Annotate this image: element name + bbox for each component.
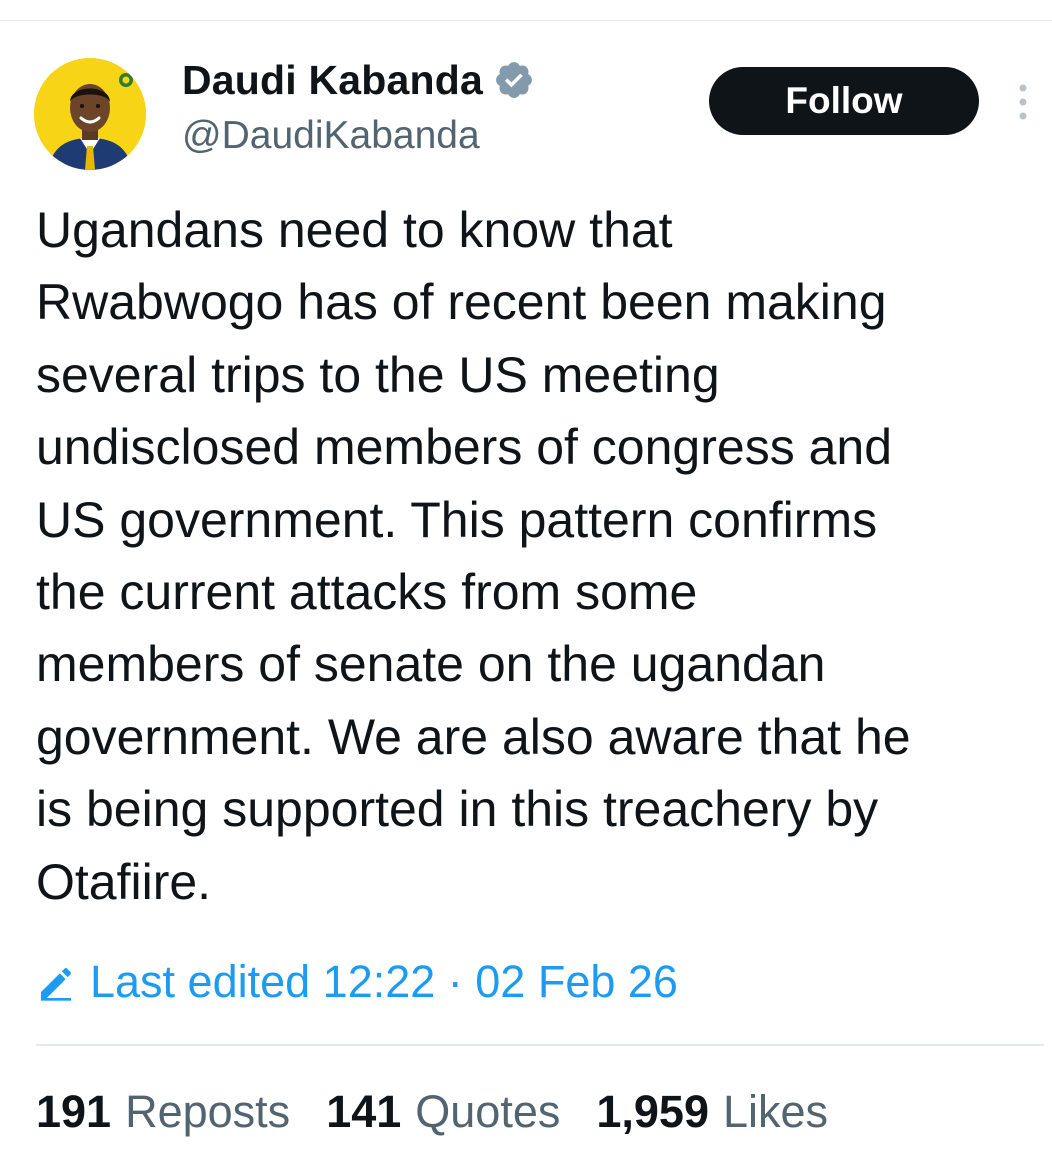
author-name-row: Daudi Kabanda bbox=[182, 54, 535, 106]
tweet-text-line: the current attacks from some bbox=[36, 564, 698, 621]
author-handle[interactable]: @DaudiKabanda bbox=[182, 114, 480, 158]
tweet-text-line: Otafiire. bbox=[36, 853, 212, 910]
likes-count: 1,959 bbox=[596, 1086, 709, 1137]
avatar[interactable] bbox=[34, 58, 146, 170]
follow-button[interactable]: Follow bbox=[709, 67, 979, 135]
reposts-count: 191 bbox=[36, 1086, 112, 1137]
top-divider bbox=[0, 20, 1052, 21]
edited-indicator[interactable]: Last edited 12:22 · 02 Feb 26 bbox=[36, 950, 678, 1014]
avatar-image bbox=[34, 58, 146, 170]
engagement-stats: 191 Reposts 141 Quotes 1,959 Likes bbox=[36, 1082, 864, 1142]
likes-label: Likes bbox=[723, 1086, 829, 1137]
tweet-text-line: US government. This pattern confirms bbox=[36, 491, 878, 548]
tweet-text-line: is being supported in this treachery by bbox=[36, 781, 879, 838]
edited-text[interactable]: Last edited 12:22 · 02 Feb 26 bbox=[90, 956, 678, 1008]
tweet-text-line: undisclosed members of congress and bbox=[36, 419, 893, 476]
quotes-label: Quotes bbox=[415, 1086, 561, 1137]
more-options-icon[interactable] bbox=[1012, 82, 1034, 122]
pencil-icon bbox=[36, 962, 76, 1002]
likes-stat[interactable]: 1,959 Likes bbox=[596, 1086, 828, 1138]
reposts-stat[interactable]: 191 Reposts bbox=[36, 1086, 290, 1138]
quotes-count: 141 bbox=[326, 1086, 402, 1137]
tweet-text-line: Rwabwogo has of recent been making bbox=[36, 274, 887, 331]
stats-divider bbox=[36, 1044, 1044, 1046]
quotes-stat[interactable]: 141 Quotes bbox=[326, 1086, 560, 1138]
tweet-text-line: members of senate on the ugandan bbox=[36, 636, 826, 693]
tweet-text-line: government. We are also aware that he bbox=[36, 708, 911, 765]
tweet-text: Ugandans need to know that Rwabwogo has … bbox=[36, 194, 1046, 918]
verified-badge-icon bbox=[493, 59, 535, 101]
reposts-label: Reposts bbox=[125, 1086, 291, 1137]
author-display-name[interactable]: Daudi Kabanda bbox=[182, 57, 483, 104]
tweet-text-line: Ugandans need to know that bbox=[36, 202, 673, 258]
tweet-text-line: several trips to the US meeting bbox=[36, 346, 720, 403]
